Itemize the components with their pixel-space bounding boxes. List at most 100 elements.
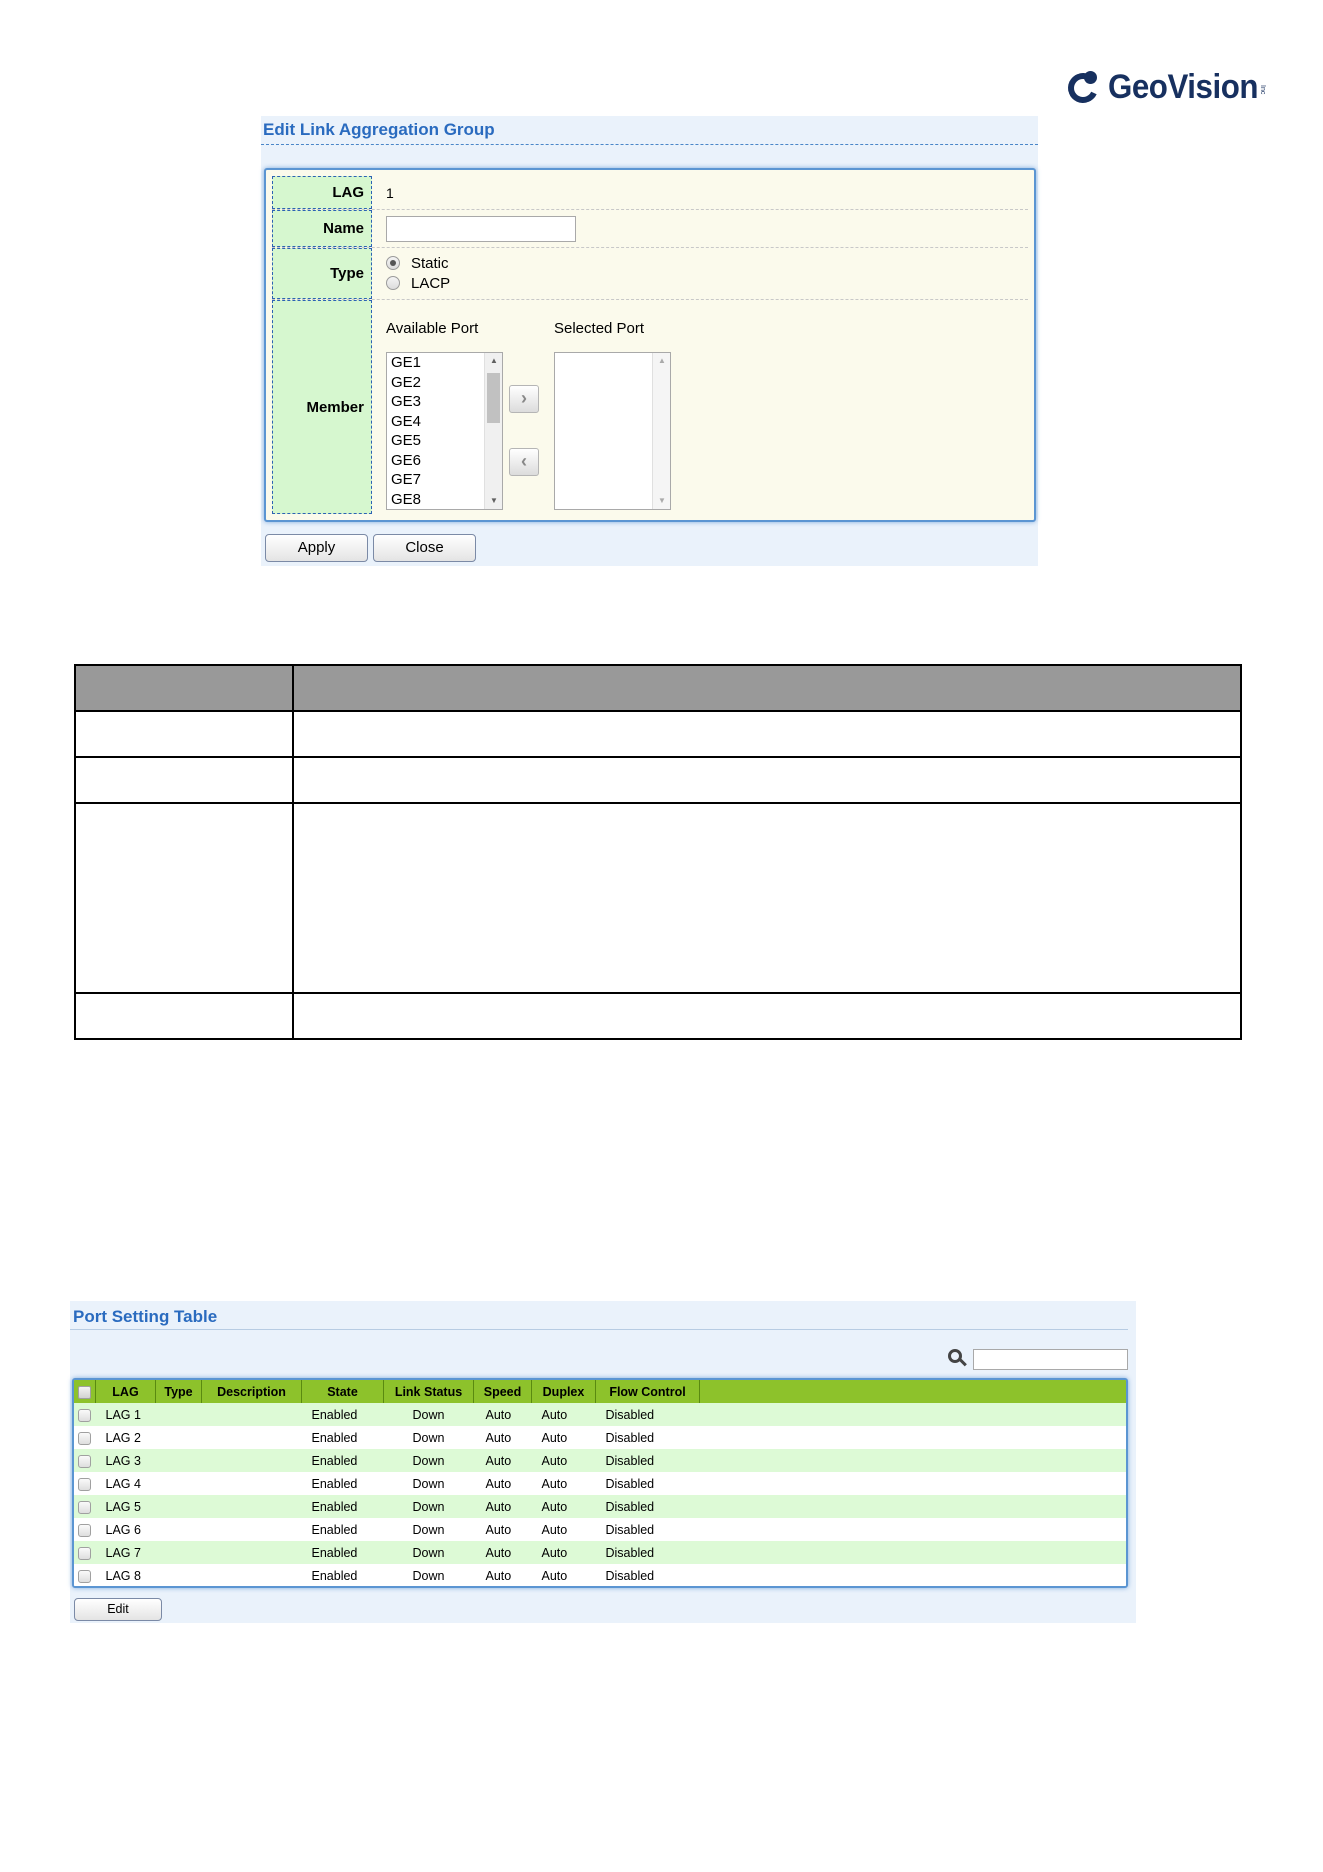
- row-checkbox[interactable]: [78, 1454, 92, 1468]
- cell-duplex: Auto: [531, 1403, 596, 1426]
- selected-port-scrollbar[interactable]: ▲ ▼: [652, 353, 670, 509]
- title-divider: [261, 144, 1038, 145]
- search-icon[interactable]: [948, 1349, 968, 1369]
- type-options: Static LACP: [386, 253, 450, 293]
- chevron-right-icon: ›: [521, 388, 527, 408]
- lag-label: LAG: [272, 176, 372, 209]
- table-row[interactable]: LAG 1 Enabled Down Auto Auto Disabled: [74, 1403, 1126, 1426]
- cell-lag: LAG 7: [95, 1541, 156, 1564]
- row-checkbox[interactable]: [78, 1546, 92, 1560]
- cell-state: Enabled: [301, 1426, 384, 1449]
- cell-description: [201, 1541, 302, 1564]
- row-checkbox[interactable]: [78, 1408, 92, 1422]
- column-header[interactable]: LAG: [95, 1380, 156, 1403]
- cell-state: Enabled: [301, 1403, 384, 1426]
- column-header[interactable]: Duplex: [531, 1380, 596, 1403]
- cell-type: [155, 1449, 202, 1472]
- static-radio[interactable]: [386, 256, 400, 270]
- table-row[interactable]: LAG 6 Enabled Down Auto Auto Disabled: [74, 1518, 1126, 1541]
- row-filler: [699, 1472, 1126, 1495]
- table-cell: [292, 710, 1242, 758]
- cell-speed: Auto: [473, 1449, 532, 1472]
- cell-flow-control: Disabled: [595, 1403, 700, 1426]
- title-divider: [70, 1329, 1128, 1330]
- cell-type: [155, 1564, 202, 1586]
- row-select-cell: [74, 1426, 96, 1449]
- cell-state: Enabled: [301, 1495, 384, 1518]
- lacp-radio[interactable]: [386, 276, 400, 290]
- name-input[interactable]: [386, 216, 576, 242]
- member-row: Member Available Port Selected Port GE1 G…: [272, 300, 1028, 514]
- table-row: [74, 992, 1242, 1040]
- edit-lag-title: Edit Link Aggregation Group: [263, 120, 495, 139]
- search-input[interactable]: [973, 1349, 1128, 1370]
- table-row[interactable]: LAG 7 Enabled Down Auto Auto Disabled: [74, 1541, 1126, 1564]
- apply-button[interactable]: Apply: [265, 534, 368, 562]
- column-header[interactable]: Description: [201, 1380, 302, 1403]
- row-checkbox[interactable]: [78, 1500, 92, 1514]
- move-right-button[interactable]: ›: [509, 385, 539, 413]
- row-checkbox[interactable]: [78, 1523, 92, 1537]
- cell-state: Enabled: [301, 1518, 384, 1541]
- cell-link-status: Down: [383, 1449, 474, 1472]
- row-select-cell: [74, 1518, 96, 1541]
- row-select-cell: [74, 1564, 96, 1586]
- header-cell: [292, 664, 1242, 712]
- table-row[interactable]: LAG 8 Enabled Down Auto Auto Disabled: [74, 1564, 1126, 1586]
- available-port-list[interactable]: GE1 GE2 GE3 GE4 GE5 GE6 GE7 GE8 ▲ ▼: [386, 352, 503, 510]
- table-row[interactable]: LAG 4 Enabled Down Auto Auto Disabled: [74, 1472, 1126, 1495]
- scroll-up-icon[interactable]: ▲: [653, 353, 670, 369]
- cell-flow-control: Disabled: [595, 1518, 700, 1541]
- lag-row: LAG 1: [272, 176, 1028, 210]
- table-row[interactable]: LAG 3 Enabled Down Auto Auto Disabled: [74, 1449, 1126, 1472]
- row-checkbox[interactable]: [78, 1477, 92, 1491]
- column-header[interactable]: Speed: [473, 1380, 532, 1403]
- column-header[interactable]: Link Status: [383, 1380, 474, 1403]
- name-label: Name: [272, 210, 372, 247]
- scroll-thumb[interactable]: [487, 373, 500, 423]
- type-lacp-option[interactable]: LACP: [386, 273, 450, 293]
- column-header[interactable]: State: [301, 1380, 384, 1403]
- cell-link-status: Down: [383, 1472, 474, 1495]
- scroll-up-icon[interactable]: ▲: [485, 353, 502, 369]
- lag-value: 1: [386, 185, 394, 201]
- column-header[interactable]: Flow Control: [595, 1380, 700, 1403]
- cell-speed: Auto: [473, 1495, 532, 1518]
- scroll-down-icon[interactable]: ▼: [653, 493, 670, 509]
- header-cell: [74, 664, 294, 712]
- cell-lag: LAG 3: [95, 1449, 156, 1472]
- select-all-checkbox[interactable]: [78, 1385, 91, 1399]
- row-filler: [699, 1518, 1126, 1541]
- cell-speed: Auto: [473, 1403, 532, 1426]
- cell-type: [155, 1403, 202, 1426]
- table-cell: [292, 756, 1242, 804]
- cell-link-status: Down: [383, 1426, 474, 1449]
- scroll-down-icon[interactable]: ▼: [485, 493, 502, 509]
- cell-link-status: Down: [383, 1403, 474, 1426]
- cell-flow-control: Disabled: [595, 1449, 700, 1472]
- close-button[interactable]: Close: [373, 534, 476, 562]
- row-checkbox[interactable]: [78, 1569, 92, 1583]
- table-cell: [74, 710, 294, 758]
- type-static-option[interactable]: Static: [386, 253, 450, 273]
- table-row[interactable]: LAG 2 Enabled Down Auto Auto Disabled: [74, 1426, 1126, 1449]
- edit-button[interactable]: Edit: [74, 1598, 162, 1621]
- available-port-scrollbar[interactable]: ▲ ▼: [484, 353, 502, 509]
- row-filler: [699, 1541, 1126, 1564]
- cell-duplex: Auto: [531, 1449, 596, 1472]
- chevron-left-icon: ‹: [521, 451, 527, 471]
- move-left-button[interactable]: ‹: [509, 448, 539, 476]
- row-filler: [699, 1426, 1126, 1449]
- selected-port-list[interactable]: ▲ ▼: [554, 352, 671, 510]
- type-label: Type: [272, 248, 372, 299]
- column-header[interactable]: Type: [155, 1380, 202, 1403]
- table-row[interactable]: LAG 5 Enabled Down Auto Auto Disabled: [74, 1495, 1126, 1518]
- cell-type: [155, 1426, 202, 1449]
- cell-flow-control: Disabled: [595, 1564, 700, 1586]
- description-table: [74, 664, 1242, 1040]
- row-checkbox[interactable]: [78, 1431, 92, 1445]
- type-row: Type Static LACP: [272, 248, 1028, 300]
- row-select-cell: [74, 1541, 96, 1564]
- description-table-header: [74, 664, 1242, 712]
- cell-speed: Auto: [473, 1426, 532, 1449]
